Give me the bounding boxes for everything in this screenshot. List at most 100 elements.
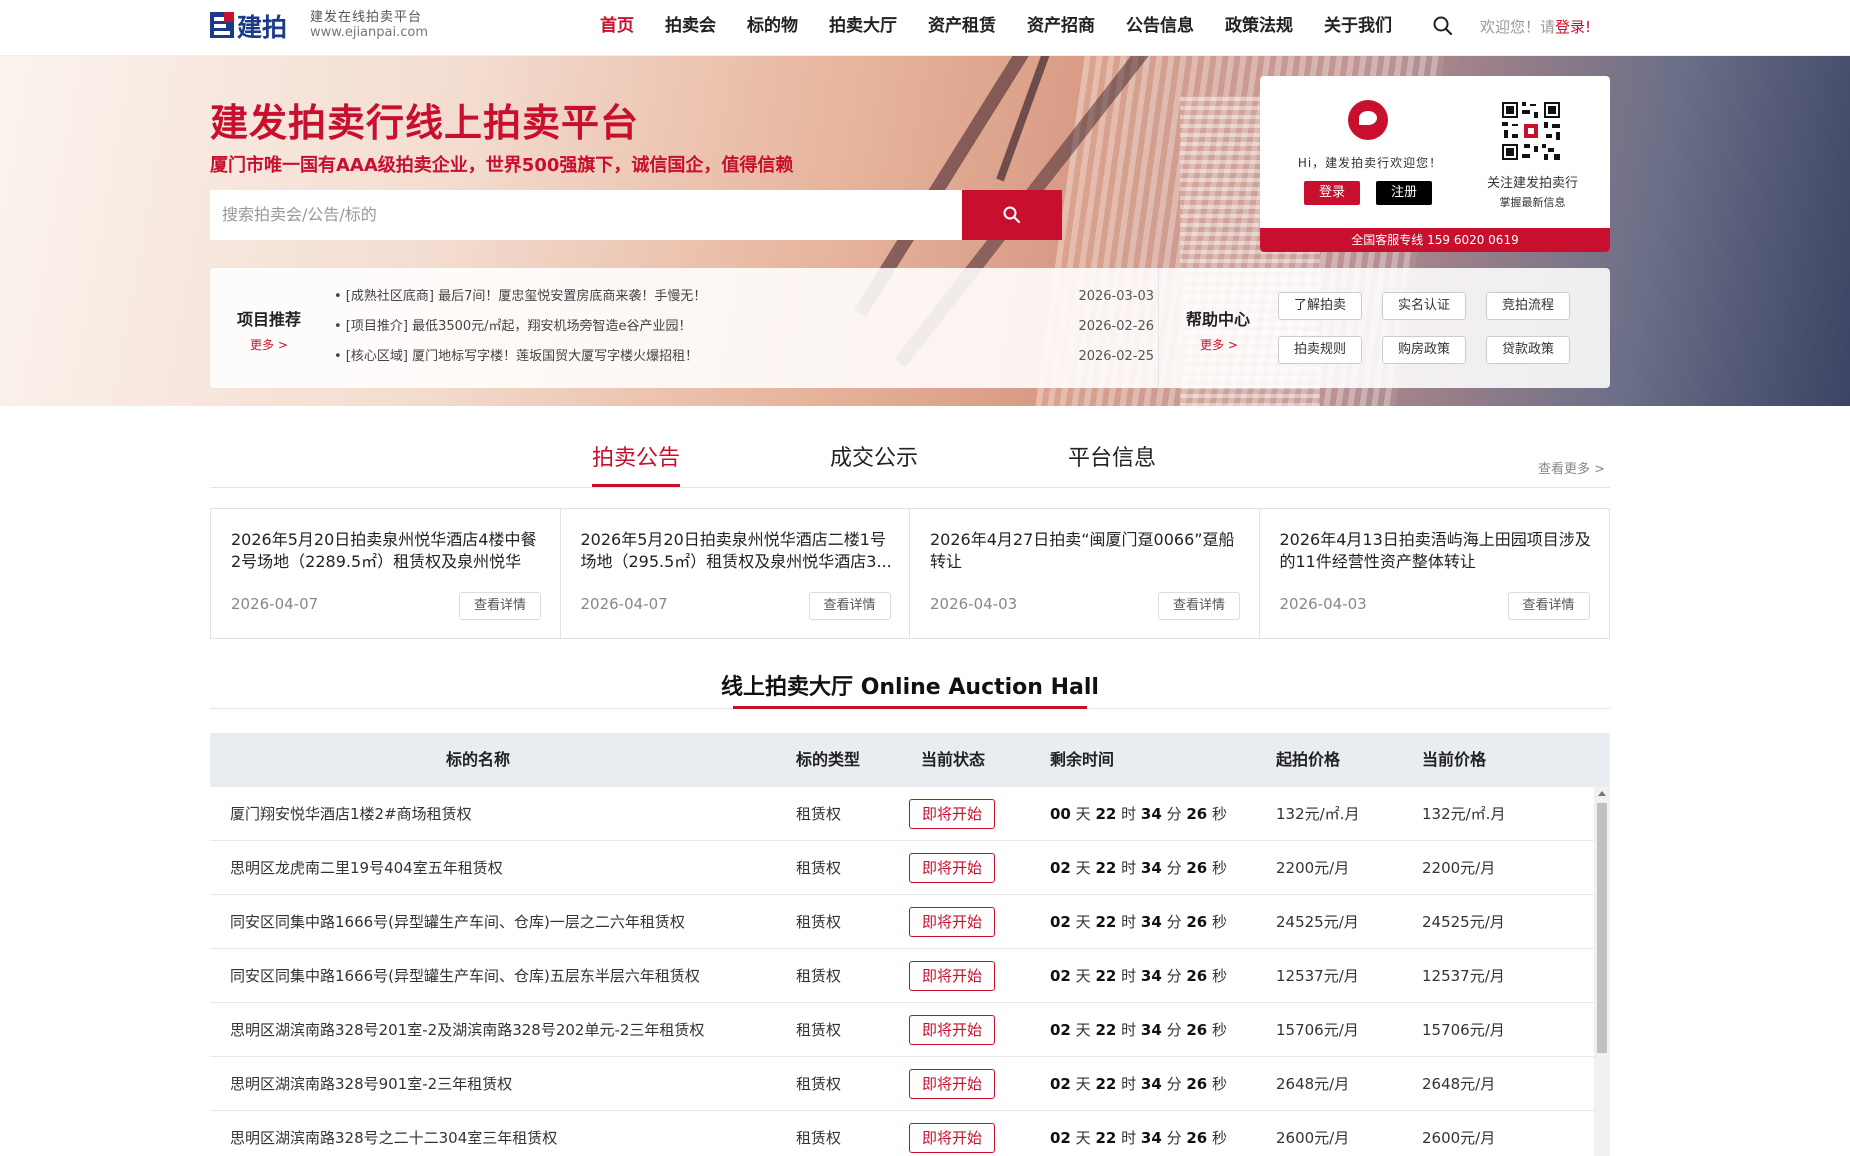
status-badge[interactable]: 即将开始 (909, 907, 995, 937)
countdown-seconds: 26 (1186, 805, 1208, 823)
nav-lots[interactable]: 标的物 (747, 0, 798, 56)
countdown: 02 天 22 时 34 分 26 秒 (1050, 949, 1227, 1003)
card-login-button[interactable]: 登录 (1304, 181, 1360, 205)
view-detail-button[interactable]: 查看详情 (459, 592, 541, 620)
recommend-item-text[interactable]: • [核心区域] 厦门地标写字楼！莲坂国贸大厦写字楼火爆招租！ (334, 342, 698, 372)
table-row[interactable]: 思明区湖滨南路328号201室-2及湖滨南路328号202单元-2三年租赁权 租赁… (210, 1003, 1594, 1057)
countdown-days: 02 (1050, 1021, 1071, 1039)
nav-asset-invest[interactable]: 资产招商 (1027, 0, 1095, 56)
status-badge[interactable]: 即将开始 (909, 1123, 995, 1153)
lot-name[interactable]: 同安区同集中路1666号(异型罐生产车间、仓库)五层东半层六年租赁权 (230, 949, 700, 1003)
notice-title[interactable]: 2026年4月13日拍卖浯屿海上田园项目涉及的11件经营性资产整体转让 (1280, 529, 1592, 573)
table-row[interactable]: 思明区湖滨南路328号之二十二304室三年租赁权 租赁权 即将开始 02 天 22 时… (210, 1111, 1594, 1156)
notice-title[interactable]: 2026年5月20日拍卖泉州悦华酒店二楼1号场地（295.5㎡）租赁权及泉州悦华… (581, 529, 893, 573)
current-price: 2600元/月 (1422, 1129, 1496, 1147)
unit-minute: 分 (1166, 1129, 1182, 1147)
start-price: 2600元/月 (1276, 1129, 1350, 1147)
lot-type: 租赁权 (796, 859, 842, 877)
recommend-item-text[interactable]: • [成熟社区底商] 最后7间！厦忠玺悦安置房底商来袭！手慢无！ (334, 282, 706, 312)
recommend-item[interactable]: • [核心区域] 厦门地标写字楼！莲坂国贸大厦写字楼火爆招租！ 2026-02-… (334, 342, 1154, 372)
tab-platform-info[interactable]: 平台信息 (1068, 440, 1156, 472)
countdown: 02 天 22 时 34 分 26 秒 (1050, 1057, 1227, 1111)
hero-search-input[interactable]: 搜索拍卖会/公告/标的 (210, 190, 962, 240)
status-badge[interactable]: 即将开始 (909, 799, 995, 829)
current-price: 2648元/月 (1422, 1075, 1496, 1093)
lot-name[interactable]: 思明区湖滨南路328号901室-2三年租赁权 (230, 1057, 512, 1111)
help-more-link[interactable]: 更多 > (1200, 336, 1238, 353)
table-row[interactable]: 同安区同集中路1666号(异型罐生产车间、仓库)五层东半层六年租赁权 租赁权 即将开… (210, 949, 1594, 1003)
nav-about[interactable]: 关于我们 (1324, 0, 1392, 56)
start-price: 24525元/月 (1276, 913, 1359, 931)
help-loan-policy-button[interactable]: 贷款政策 (1486, 336, 1570, 364)
unit-minute: 分 (1166, 859, 1182, 877)
notice-card[interactable]: 2026年5月20日拍卖泉州悦华酒店二楼1号场地（295.5㎡）租赁权及泉州悦华… (561, 509, 910, 638)
lot-name[interactable]: 同安区同集中路1666号(异型罐生产车间、仓库)一层之二六年租赁权 (230, 895, 685, 949)
status-badge[interactable]: 即将开始 (909, 961, 995, 991)
countdown-days: 02 (1050, 1129, 1071, 1147)
lot-type: 租赁权 (796, 805, 842, 823)
current-price: 12537元/月 (1422, 967, 1505, 985)
countdown-seconds: 26 (1186, 859, 1208, 877)
search-icon[interactable] (1432, 15, 1454, 37)
lot-name[interactable]: 厦门翔安悦华酒店1楼2#商场租赁权 (230, 787, 472, 841)
welcome-prefix: 欢迎您！请 (1480, 18, 1556, 36)
help-rules-button[interactable]: 拍卖规则 (1278, 336, 1362, 364)
notice-title[interactable]: 2026年4月27日拍卖“闽厦门趸0066”趸船转让 (930, 529, 1242, 573)
hotline-bar: 全国客服专线 159 6020 0619 (1260, 228, 1610, 252)
lot-name[interactable]: 思明区湖滨南路328号201室-2及湖滨南路328号202单元-2三年租赁权 (230, 1003, 704, 1057)
divider (210, 487, 1610, 488)
notice-card[interactable]: 2026年5月20日拍卖泉州悦华酒店4楼中餐2号场地（2289.5㎡）租赁权及泉… (211, 509, 561, 638)
header-login-link[interactable]: 登录 (1555, 18, 1585, 36)
nav-auctions[interactable]: 拍卖会 (665, 0, 716, 56)
unit-hour: 时 (1121, 1021, 1137, 1039)
countdown-days: 00 (1050, 805, 1071, 823)
recommend-item[interactable]: • [项目推介] 最低3500元/㎡起，翔安机场旁智造e谷产业园！ 2026-0… (334, 312, 1154, 342)
scrollbar[interactable] (1594, 787, 1610, 1156)
nav-policies[interactable]: 政策法规 (1225, 0, 1293, 56)
status-badge[interactable]: 即将开始 (909, 1015, 995, 1045)
scrollbar-thumb[interactable] (1597, 803, 1607, 1053)
nav-auction-hall[interactable]: 拍卖大厅 (829, 0, 897, 56)
view-detail-button[interactable]: 查看详情 (808, 592, 891, 620)
notice-card[interactable]: 2026年4月27日拍卖“闽厦门趸0066”趸船转让 2026-04-03 查看… (910, 509, 1260, 638)
status-badge[interactable]: 即将开始 (909, 1069, 995, 1099)
qr-subtitle: 掌握最新信息 (1499, 196, 1566, 209)
help-bid-process-button[interactable]: 竞拍流程 (1486, 292, 1570, 320)
table-row[interactable]: 思明区龙虎南二里19号404室五年租赁权 租赁权 即将开始 02 天 22 时 34 … (210, 841, 1594, 895)
status-badge[interactable]: 即将开始 (909, 853, 995, 883)
card-register-button[interactable]: 注册 (1376, 181, 1432, 205)
notice-card[interactable]: 2026年4月13日拍卖浯屿海上田园项目涉及的11件经营性资产整体转让 2026… (1260, 509, 1610, 638)
help-housing-policy-button[interactable]: 购房政策 (1382, 336, 1466, 364)
recommend-item[interactable]: • [成熟社区底商] 最后7间！厦忠玺悦安置房底商来袭！手慢无！ 2026-03… (334, 282, 1154, 312)
tab-auction-notice[interactable]: 拍卖公告 (592, 440, 680, 472)
site-logo[interactable]: 建拍 建发在线拍卖平台 www.ejianpai.com (210, 8, 428, 42)
help-verification-button[interactable]: 实名认证 (1382, 292, 1466, 320)
tab-deal-publicity[interactable]: 成交公示 (830, 440, 918, 472)
table-row[interactable]: 思明区湖滨南路328号901室-2三年租赁权 租赁权 即将开始 02 天 22 时 3… (210, 1057, 1594, 1111)
notice-cards: 2026年5月20日拍卖泉州悦华酒店4楼中餐2号场地（2289.5㎡）租赁权及泉… (210, 508, 1610, 639)
lot-name[interactable]: 思明区湖滨南路328号之二十二304室三年租赁权 (230, 1111, 557, 1156)
countdown-minutes: 34 (1140, 967, 1162, 985)
unit-hour: 时 (1121, 859, 1137, 877)
table-row[interactable]: 厦门翔安悦华酒店1楼2#商场租赁权 租赁权 即将开始 00 天 22 时 34 分 2… (210, 787, 1594, 841)
view-detail-button[interactable]: 查看详情 (1507, 592, 1590, 620)
col-header-status: 当前状态 (921, 750, 986, 769)
logo-text: 建发在线拍卖平台 www.ejianpai.com (310, 10, 428, 40)
table-row[interactable]: 同安区同集中路1666号(异型罐生产车间、仓库)一层之二六年租赁权 租赁权 即将开始… (210, 895, 1594, 949)
recommend-more-link[interactable]: 更多 > (250, 336, 288, 353)
notice-title[interactable]: 2026年5月20日拍卖泉州悦华酒店4楼中餐2号场地（2289.5㎡）租赁权及泉… (231, 529, 543, 573)
lot-name[interactable]: 思明区龙虎南二里19号404室五年租赁权 (230, 841, 503, 895)
nav-announcements[interactable]: 公告信息 (1126, 0, 1194, 56)
countdown-hours: 22 (1095, 1021, 1117, 1039)
hero-search-button[interactable] (962, 190, 1062, 240)
scroll-up-arrow[interactable] (1598, 791, 1606, 796)
help-about-auction-button[interactable]: 了解拍卖 (1278, 292, 1362, 320)
nav-asset-lease[interactable]: 资产租赁 (928, 0, 996, 56)
nav-home[interactable]: 首页 (600, 0, 634, 56)
view-detail-button[interactable]: 查看详情 (1158, 592, 1240, 620)
see-more-link[interactable]: 查看更多 > (1538, 458, 1605, 477)
recommend-item-text[interactable]: • [项目推介] 最低3500元/㎡起，翔安机场旁智造e谷产业园！ (334, 312, 692, 342)
logo-name: 建拍 (237, 13, 287, 42)
col-header-current-price: 当前价格 (1422, 750, 1487, 769)
unit-second: 秒 (1212, 1021, 1228, 1039)
